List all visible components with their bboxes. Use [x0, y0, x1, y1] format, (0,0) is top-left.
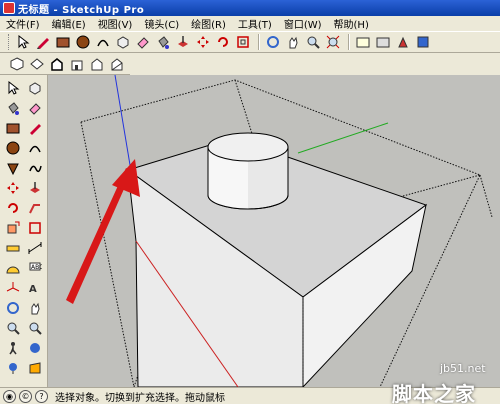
front-view-icon[interactable]: [48, 55, 65, 72]
large-tool-set: ABC A: [0, 75, 48, 387]
cylinder[interactable]: [207, 132, 289, 210]
zoom-icon[interactable]: [4, 319, 22, 337]
rectangle-icon[interactable]: [54, 34, 71, 51]
toolbar-separator: [258, 34, 260, 50]
text-icon[interactable]: ABC: [26, 259, 44, 277]
svg-text:A: A: [29, 284, 37, 295]
extension-icon[interactable]: [394, 34, 411, 51]
follow-me-icon[interactable]: [26, 199, 44, 217]
move-icon[interactable]: [194, 34, 211, 51]
orbit-icon[interactable]: [264, 34, 281, 51]
walk-icon[interactable]: [4, 339, 22, 357]
views-toolbar: [0, 53, 130, 75]
section-plane-icon[interactable]: [26, 359, 44, 377]
freehand-icon[interactable]: [26, 159, 44, 177]
title-bar: 无标题 - SketchUp Pro: [0, 0, 500, 16]
blue-axis: [114, 75, 131, 166]
menu-tools[interactable]: 工具(T): [232, 16, 278, 31]
sketchup-logo-icon: [3, 2, 15, 14]
menu-view[interactable]: 视图(V): [92, 16, 139, 31]
red-arrow-annotation: [66, 159, 140, 304]
position-camera-icon[interactable]: [4, 359, 22, 377]
tape-measure-icon[interactable]: [4, 239, 22, 257]
rotate-icon[interactable]: [214, 34, 231, 51]
paint-bucket-icon[interactable]: [4, 99, 22, 117]
push-pull-icon[interactable]: [174, 34, 191, 51]
make-component-icon[interactable]: [114, 34, 131, 51]
zoom-window-icon[interactable]: [26, 319, 44, 337]
credits-icon[interactable]: ©: [19, 389, 32, 403]
protractor-icon[interactable]: [4, 259, 22, 277]
menu-draw[interactable]: 绘图(R): [185, 16, 232, 31]
iso-view-icon[interactable]: [8, 55, 25, 72]
watermark-site: jb51.net: [440, 362, 486, 375]
line-icon[interactable]: [26, 119, 44, 137]
pencil-icon[interactable]: [34, 34, 51, 51]
rectangle-icon[interactable]: [4, 119, 22, 137]
zoom-icon[interactable]: [304, 34, 321, 51]
circle-icon[interactable]: [4, 139, 22, 157]
toolbar-grip[interactable]: [8, 34, 11, 50]
menu-camera[interactable]: 镜头(C): [138, 16, 185, 31]
polygon-icon[interactable]: [4, 159, 22, 177]
make-component-icon[interactable]: [26, 79, 44, 97]
window-title: 无标题 - SketchUp Pro: [18, 4, 145, 16]
look-around-icon[interactable]: [26, 339, 44, 357]
right-view-icon[interactable]: [68, 55, 85, 72]
arc-icon[interactable]: [94, 34, 111, 51]
geo-location-icon[interactable]: ◉: [3, 389, 16, 403]
menu-help[interactable]: 帮助(H): [328, 16, 375, 31]
circle-icon[interactable]: [74, 34, 91, 51]
scale-icon[interactable]: [4, 219, 22, 237]
offset-icon[interactable]: [234, 34, 251, 51]
pan-icon[interactable]: [26, 299, 44, 317]
main-toolbar: [0, 31, 500, 53]
status-text: 选择对象。切换到扩充选择。拖动鼠标: [55, 392, 225, 404]
left-view-icon[interactable]: [108, 55, 125, 72]
dimension-icon[interactable]: [26, 239, 44, 257]
share-model-icon[interactable]: [414, 34, 431, 51]
eraser-icon[interactable]: [26, 99, 44, 117]
menu-file[interactable]: 文件(F): [0, 16, 46, 31]
eraser-icon[interactable]: [134, 34, 151, 51]
menu-window[interactable]: 窗口(W): [278, 16, 328, 31]
rotate-icon[interactable]: [4, 199, 22, 217]
green-axis: [297, 122, 389, 154]
offset-icon[interactable]: [26, 219, 44, 237]
svg-text:ABC: ABC: [31, 264, 42, 271]
warehouse-icon[interactable]: [374, 34, 391, 51]
pan-icon[interactable]: [284, 34, 301, 51]
menu-edit[interactable]: 编辑(E): [46, 16, 92, 31]
top-view-icon[interactable]: [28, 55, 45, 72]
drawing-viewport[interactable]: [48, 75, 500, 387]
watermark-name: 脚本之家: [392, 382, 476, 404]
push-pull-icon[interactable]: [26, 179, 44, 197]
move-icon[interactable]: [4, 179, 22, 197]
toolbar-separator: [348, 34, 350, 50]
menu-bar: 文件(F) 编辑(E) 视图(V) 镜头(C) 绘图(R) 工具(T) 窗口(W…: [0, 16, 500, 31]
axes-icon[interactable]: [4, 279, 22, 297]
help-icon[interactable]: ?: [35, 389, 48, 403]
arc-icon[interactable]: [26, 139, 44, 157]
back-view-icon[interactable]: [88, 55, 105, 72]
select-arrow-icon[interactable]: [14, 34, 31, 51]
model-info-icon[interactable]: [354, 34, 371, 51]
select-icon[interactable]: [4, 79, 22, 97]
orbit-icon[interactable]: [4, 299, 22, 317]
3d-text-icon[interactable]: A: [26, 279, 44, 297]
scene-canvas[interactable]: [48, 75, 500, 387]
zoom-extents-icon[interactable]: [324, 34, 341, 51]
paint-bucket-icon[interactable]: [154, 34, 171, 51]
